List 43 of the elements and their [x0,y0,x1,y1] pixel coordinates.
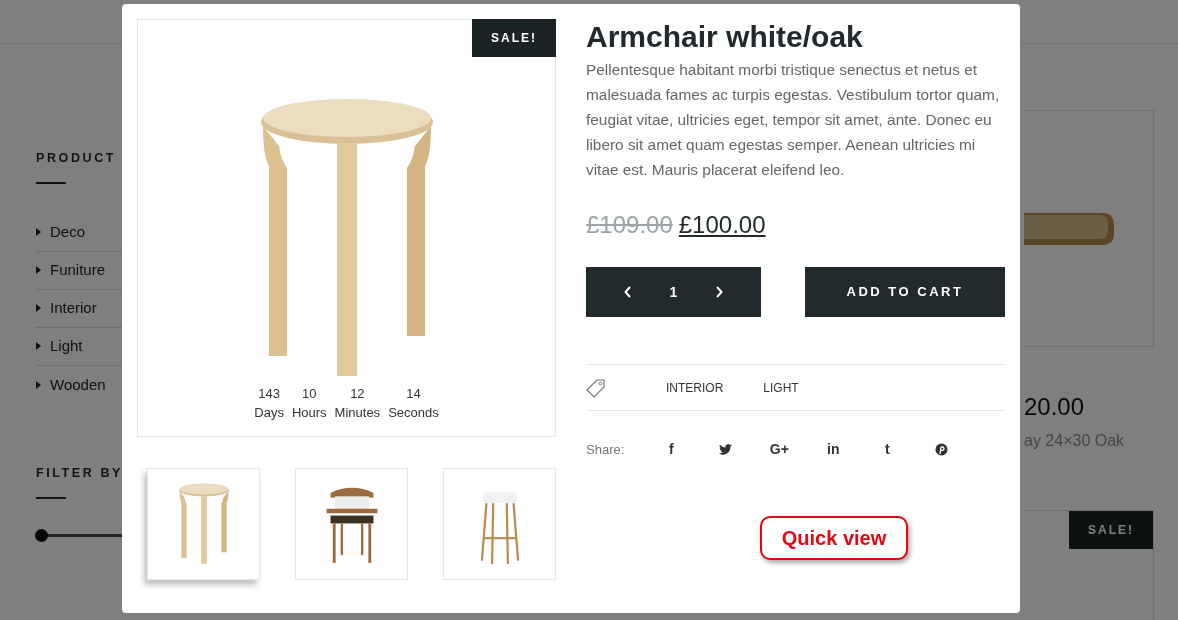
sale-badge: SALE! [472,19,556,57]
bird-icon [718,444,732,455]
countdown-value: 143 [257,385,281,403]
share-label: Share: [586,440,625,459]
caret-icon [36,304,41,313]
thumbnail[interactable] [295,468,408,580]
thumbnail[interactable] [443,468,556,580]
countdown-unit: Minutes [334,404,381,422]
caret-icon [36,380,41,389]
countdown-unit: Seconds [388,404,439,422]
chevron-right-icon [715,286,724,298]
quick-view-callout: Quick view [760,516,908,560]
countdown-unit: Days [254,404,284,422]
sale-badge: SALE! [1069,511,1153,549]
share-link[interactable]: in [806,439,861,460]
caret-icon [36,342,41,351]
sidebar-heading: PRODUCT [36,150,117,167]
tag-link[interactable]: LIGHT [763,378,799,397]
tag-link[interactable]: INTERIOR [666,378,724,397]
quantity-stepper[interactable]: 1 [586,267,761,317]
old-price: £109.00 [586,210,673,240]
add-to-cart-button[interactable]: ADD TO CART [805,267,1005,317]
thumbnail[interactable] [147,468,260,580]
product-name: ay 24×30 Oak [1024,431,1126,451]
countdown-value: 10 [301,385,318,403]
share-link[interactable]: t [860,439,915,460]
sale-price: £100.00 [678,210,766,240]
countdown-unit: Hours [291,404,327,422]
chevron-left-icon [623,286,632,298]
quantity-value: 1 [669,282,678,302]
slider-handle[interactable] [35,528,48,542]
product-price: 20.00 [1024,392,1086,422]
product-title: Armchair white/oak [586,19,864,55]
pin-icon [934,443,948,456]
countdown-value: 14 [405,385,422,403]
caret-icon [36,228,41,237]
tag-icon [586,377,606,398]
sidebar-heading: FILTER BY [36,464,122,482]
countdown-value: 12 [349,385,366,403]
share-link[interactable]: G+ [752,439,807,460]
share-link[interactable]: f [644,439,699,460]
product-description: Pellentesque habitant morbi tristique senectus et netus et malesuada fames ac turpis egestas. Vestibulum tortor quam, feugiat vitae, ultricies eget, tempor sit amet, ante. Donec eu libero sit amet quam egestas semper. Aenean ultricies mi vitae est. Mauris placerat eleifend leo. [586,60,1001,180]
caret-icon [36,266,41,275]
